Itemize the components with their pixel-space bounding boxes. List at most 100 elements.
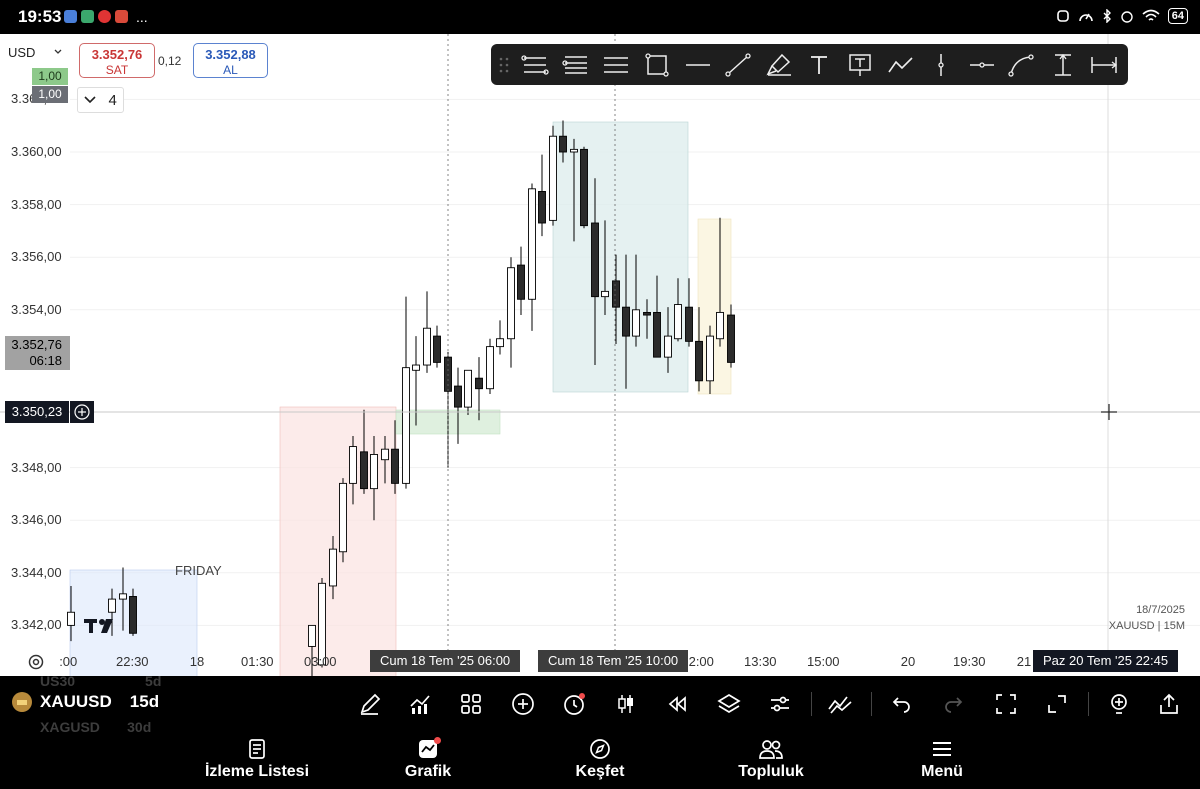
- bearish-zone[interactable]: [279, 406, 397, 676]
- drawing-toolbar[interactable]: [491, 44, 1128, 85]
- trend-line-tool-icon[interactable]: [718, 44, 759, 85]
- draw-pen-icon[interactable]: [357, 691, 383, 717]
- redo-icon[interactable]: [940, 691, 966, 717]
- candle[interactable]: [580, 146, 588, 229]
- candle[interactable]: [538, 154, 546, 237]
- candle[interactable]: [339, 478, 347, 563]
- hamburger-menu-icon: [933, 742, 951, 756]
- expand-icon[interactable]: [1044, 691, 1070, 717]
- candle[interactable]: [464, 369, 472, 415]
- brush-tool-icon[interactable]: [759, 44, 800, 85]
- candle-body-down: [685, 306, 693, 342]
- quantity-primary[interactable]: 1,00: [32, 68, 68, 85]
- pitchfork-tool-icon[interactable]: [515, 44, 556, 85]
- indicators-icon[interactable]: [407, 691, 433, 717]
- nav-menu[interactable]: Menü: [912, 738, 972, 781]
- nav-community[interactable]: Topluluk: [728, 738, 814, 781]
- price-axis-label: 3.346,00: [11, 512, 62, 528]
- rectangle-tool-icon[interactable]: [637, 44, 678, 85]
- buy-price: 3.352,88: [205, 47, 256, 62]
- text-tool-icon[interactable]: [799, 44, 840, 85]
- quantity-secondary[interactable]: 1,00: [32, 86, 68, 103]
- candle-body-down: [559, 135, 567, 153]
- candle[interactable]: [486, 338, 494, 394]
- nav-watchlist[interactable]: İzleme Listesi: [190, 738, 324, 781]
- wifi-icon: [1142, 9, 1160, 21]
- candle[interactable]: [423, 291, 431, 373]
- interval-prev: 5d: [145, 673, 162, 689]
- gold-symbol-icon: [12, 692, 32, 712]
- fullscreen-icon[interactable]: [993, 691, 1019, 717]
- sell-button[interactable]: 3.352,76 SAT: [79, 43, 155, 78]
- speed-icon: [1078, 13, 1093, 22]
- toolbar-separator: [1088, 692, 1089, 716]
- candle[interactable]: [402, 296, 410, 489]
- current-range-zone[interactable]: [697, 218, 732, 395]
- chart-date: 18/7/2025: [1136, 604, 1185, 616]
- fib-retracement-tool-icon[interactable]: [556, 44, 597, 85]
- ideas-lightbulb-icon[interactable]: [1106, 691, 1132, 717]
- nav-chart[interactable]: Grafik: [393, 737, 463, 781]
- undo-icon[interactable]: [889, 691, 915, 717]
- price-range-tool-icon[interactable]: [1043, 44, 1084, 85]
- candle-body-down: [129, 596, 137, 634]
- nfc-icon: [1056, 10, 1069, 22]
- symbol-selector[interactable]: XAUUSD 15d: [12, 692, 159, 712]
- candle-body-up: [464, 369, 472, 408]
- time-axis-label: 22:30: [116, 654, 149, 669]
- candle-body-up: [349, 446, 357, 484]
- interval-value[interactable]: 15d: [130, 692, 159, 712]
- path-tool-icon[interactable]: [880, 44, 921, 85]
- candle-body-up: [318, 582, 326, 666]
- nav-explore[interactable]: Keşfet: [565, 738, 635, 781]
- parallel-channel-tool-icon[interactable]: [596, 44, 637, 85]
- chart-settings-gear-icon[interactable]: [27, 653, 45, 671]
- candle-body-up: [549, 135, 557, 221]
- candle-body-down: [622, 306, 630, 337]
- drag-handle-icon[interactable]: [497, 55, 511, 75]
- alert-clock-icon[interactable]: [561, 691, 587, 717]
- candle[interactable]: [549, 125, 557, 226]
- candle[interactable]: [496, 320, 504, 355]
- price-axis-label: 3.344,00: [11, 564, 62, 580]
- candle-body-up: [308, 624, 316, 647]
- candle-body-up: [674, 304, 682, 340]
- time-axis-label: 2:00: [688, 654, 714, 669]
- candle[interactable]: [507, 257, 515, 368]
- chevron-down-icon[interactable]: [84, 96, 96, 104]
- sell-price: 3.352,76: [91, 47, 143, 62]
- layers-icon[interactable]: [716, 691, 742, 717]
- more-notifications-icon: ...: [136, 8, 148, 25]
- symbol-name: XAUUSD: [40, 692, 112, 711]
- trading-panel-icon[interactable]: [827, 691, 853, 717]
- horizontal-line-tool-icon[interactable]: [677, 44, 718, 85]
- chart-area[interactable]: 3.362,003.360,003.358,003.356,003.354,00…: [0, 34, 1200, 676]
- buy-button[interactable]: 3.352,88 AL: [193, 43, 268, 78]
- sell-label: SAT: [105, 63, 129, 77]
- currency-select[interactable]: USD: [4, 41, 66, 63]
- lots-stepper[interactable]: 4: [77, 87, 124, 113]
- price-axis-label: 3.356,00: [11, 249, 62, 265]
- candle-body-up: [486, 346, 494, 390]
- price-chart[interactable]: [0, 34, 1200, 676]
- news-notification-icon: [115, 10, 128, 23]
- watchlist-icon: [249, 739, 265, 759]
- candle[interactable]: [433, 325, 441, 368]
- candle-style-icon[interactable]: [613, 691, 639, 717]
- vertical-line-tool-icon[interactable]: [921, 44, 962, 85]
- settings-sliders-icon[interactable]: [767, 691, 793, 717]
- layout-grid-icon[interactable]: [458, 691, 484, 717]
- date-range-tool-icon[interactable]: [1083, 44, 1124, 85]
- candle[interactable]: [528, 183, 536, 331]
- note-tool-icon[interactable]: [840, 44, 881, 85]
- candle-body-up: [570, 148, 578, 153]
- nav-community-label: Topluluk: [738, 763, 804, 780]
- curve-tool-icon[interactable]: [1002, 44, 1043, 85]
- horizontal-ray-tool-icon[interactable]: [962, 44, 1003, 85]
- add-alert-plus-icon[interactable]: [70, 401, 94, 423]
- add-icon[interactable]: [510, 691, 536, 717]
- replay-icon[interactable]: [664, 691, 690, 717]
- candle-body-up: [402, 367, 410, 484]
- share-icon[interactable]: [1156, 691, 1182, 717]
- candle-body-down: [643, 311, 651, 316]
